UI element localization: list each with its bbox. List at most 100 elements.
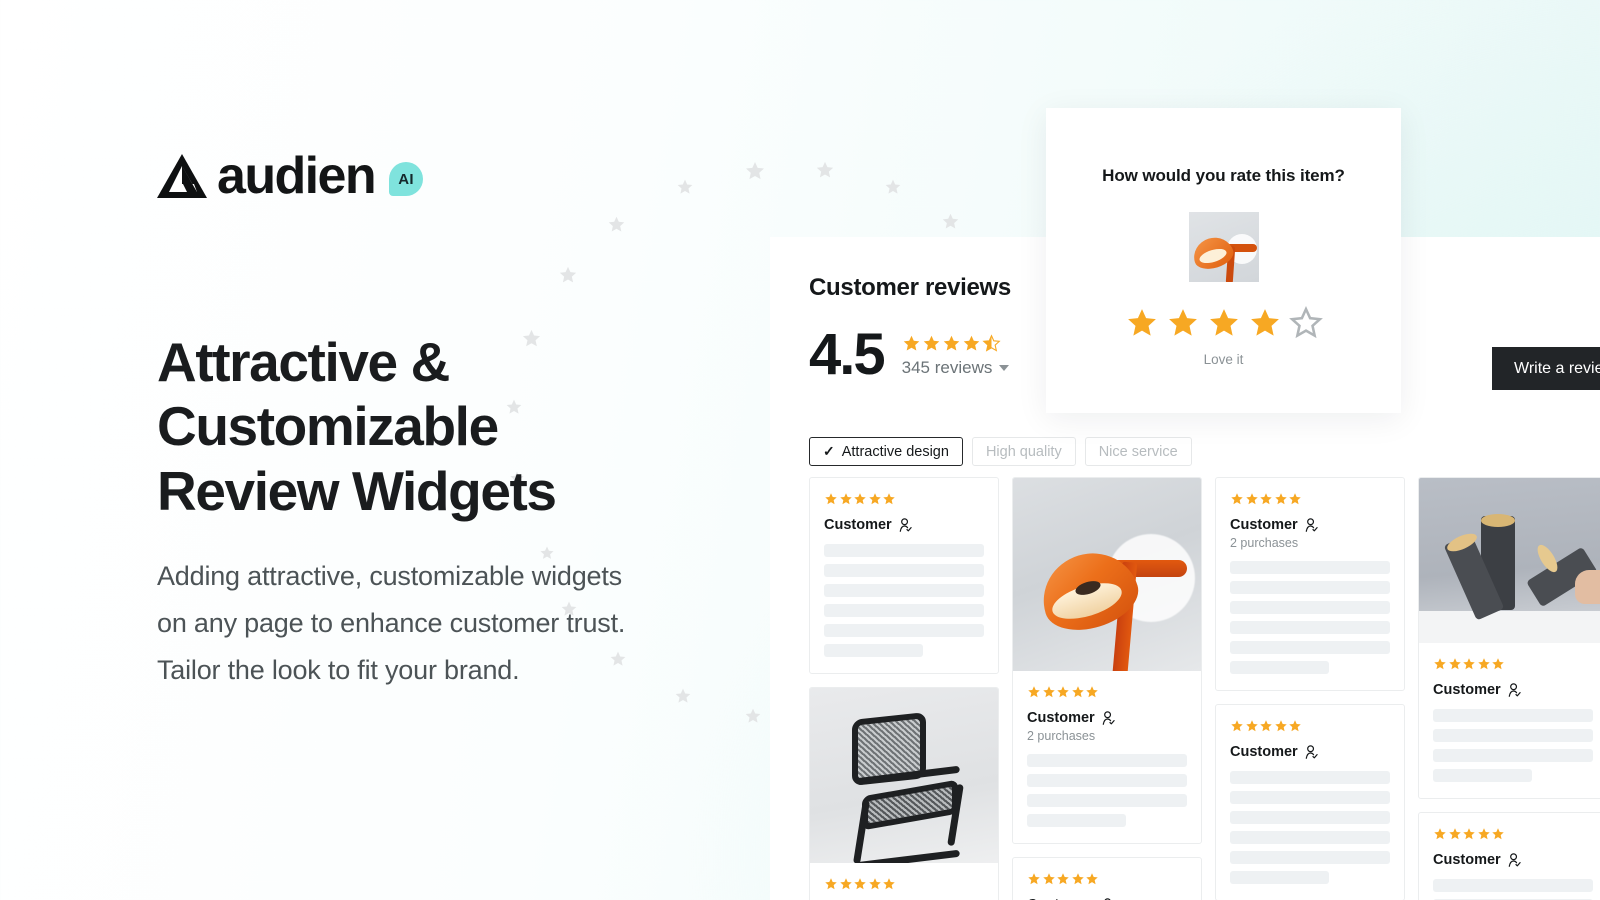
- check-icon: ✓: [823, 443, 835, 459]
- headline-line: Customizable: [157, 395, 499, 458]
- rate-star-5[interactable]: [1288, 306, 1323, 340]
- reviewer-name-text: Customer: [824, 517, 892, 533]
- decorative-star-icon: [744, 160, 766, 182]
- skeleton-line: [824, 544, 984, 557]
- page-title: Attractive & Customizable Review Widgets: [157, 330, 677, 523]
- rating-summary: 4.5 345 reviews: [809, 322, 1010, 387]
- skeleton-line: [1230, 561, 1390, 574]
- brand-logo: audien AI: [157, 150, 717, 202]
- skeleton-line: [1230, 581, 1390, 594]
- review-star-rating: [824, 877, 984, 891]
- reviewer-name-text: Customer: [1433, 682, 1501, 698]
- rate-star-4[interactable]: [1248, 306, 1282, 340]
- star-icon: [1274, 492, 1288, 506]
- skeleton-line: [1230, 811, 1390, 824]
- star-icon: [1462, 657, 1476, 671]
- skeleton-line: [1433, 769, 1533, 782]
- star-icon: [1448, 657, 1462, 671]
- star-icon: [1085, 685, 1099, 699]
- skeleton-line: [824, 624, 984, 637]
- star-icon: [1056, 685, 1070, 699]
- review-column-2: Customer 2 purchases Customer: [1215, 477, 1405, 900]
- review-card[interactable]: Customer 2 purchases: [1215, 477, 1405, 691]
- rate-item-modal: How would you rate this item? Love it: [1046, 108, 1401, 413]
- star-icon: [868, 492, 882, 506]
- rate-star-2[interactable]: [1166, 306, 1200, 340]
- star-icon: [1477, 827, 1491, 841]
- skeleton-line: [1230, 871, 1330, 884]
- reviewer-purchases: 2 purchases: [1027, 729, 1096, 743]
- skeleton-line: [1230, 621, 1390, 634]
- rate-question: How would you rate this item?: [1102, 166, 1345, 185]
- star-icon: [1071, 872, 1085, 886]
- reviews-count-dropdown[interactable]: 345 reviews: [902, 358, 1010, 378]
- rate-star-3[interactable]: [1207, 306, 1241, 340]
- star-icon: [1288, 492, 1302, 506]
- reviewer-name: Customer: [824, 517, 984, 533]
- review-card[interactable]: Customer: [809, 477, 999, 674]
- star-icon: [1027, 872, 1041, 886]
- reviews-masonry-grid: CustomerCustomerCustomer2 purchasesCusto…: [809, 477, 1600, 900]
- skeleton-line: [1230, 601, 1390, 614]
- review-text-skeleton: [824, 544, 984, 657]
- write-review-button[interactable]: Write a review: [1492, 347, 1600, 390]
- filter-chip-0[interactable]: ✓ Attractive design: [809, 437, 963, 466]
- chevron-down-icon: [999, 365, 1010, 372]
- review-text-skeleton: [1230, 561, 1390, 674]
- review-star-rating: [1433, 657, 1593, 671]
- star-icon: [1288, 719, 1302, 733]
- star-icon: [882, 877, 896, 891]
- star-icon: [1448, 827, 1462, 841]
- review-card[interactable]: Customer: [1012, 857, 1202, 900]
- review-card[interactable]: Customer: [1418, 812, 1600, 900]
- skeleton-line: [824, 564, 984, 577]
- review-card[interactable]: Customer: [1215, 704, 1405, 900]
- skeleton-line: [824, 604, 984, 617]
- star-icon: [1259, 492, 1273, 506]
- star-icon: [1274, 719, 1288, 733]
- review-photo-orange-lamp: [1013, 478, 1201, 671]
- widget-title: Customer reviews: [809, 274, 1011, 301]
- rate-star-1[interactable]: [1125, 306, 1159, 340]
- review-star-rating: [1230, 719, 1390, 733]
- star-icon: [839, 492, 853, 506]
- reviewer-purchases: 2 purchases: [1230, 536, 1299, 550]
- review-star-rating: [1027, 685, 1187, 699]
- star-icon: [922, 334, 941, 353]
- skeleton-line: [1230, 661, 1330, 674]
- skeleton-line: [1433, 879, 1593, 892]
- reviewer-name: Customer: [1433, 682, 1593, 698]
- skeleton-line: [1027, 754, 1187, 767]
- skeleton-line: [1027, 794, 1187, 807]
- summary-star-rating: [902, 334, 1010, 353]
- decorative-star-icon: [815, 160, 835, 180]
- filter-chip-1[interactable]: High quality: [971, 437, 1076, 466]
- review-column-0: Customer Customer: [809, 477, 999, 900]
- skeleton-line: [824, 644, 924, 657]
- star-icon: [1433, 657, 1447, 671]
- rate-star-input[interactable]: [1125, 306, 1323, 340]
- verified-customer-icon: [1305, 745, 1318, 759]
- review-card[interactable]: Customer 2 purchases: [1012, 477, 1202, 844]
- star-icon: [868, 877, 882, 891]
- star-icon: [1230, 492, 1244, 506]
- decorative-star-icon: [941, 212, 960, 231]
- review-card[interactable]: Customer: [1418, 477, 1600, 799]
- review-column-1: Customer 2 purchases Customer: [1012, 477, 1202, 900]
- review-card[interactable]: Customer: [809, 687, 999, 900]
- review-text-skeleton: [1027, 754, 1187, 827]
- review-card-body: Customer 2 purchases: [1216, 478, 1404, 690]
- star-icon: [1230, 719, 1244, 733]
- audien-triangle-logo-icon: [157, 154, 207, 198]
- hero-subcopy: Adding attractive, customizable widgets …: [157, 561, 626, 685]
- review-star-rating: [1027, 872, 1187, 886]
- reviewer-name: Customer: [1230, 744, 1390, 760]
- filter-chip-2[interactable]: Nice service: [1084, 437, 1192, 466]
- average-score: 4.5: [809, 322, 886, 387]
- star-icon: [982, 334, 1001, 353]
- verified-customer-icon: [1508, 853, 1521, 867]
- star-icon: [1056, 872, 1070, 886]
- star-icon: [1245, 719, 1259, 733]
- rate-label: Love it: [1203, 352, 1244, 367]
- ai-badge: AI: [388, 162, 423, 196]
